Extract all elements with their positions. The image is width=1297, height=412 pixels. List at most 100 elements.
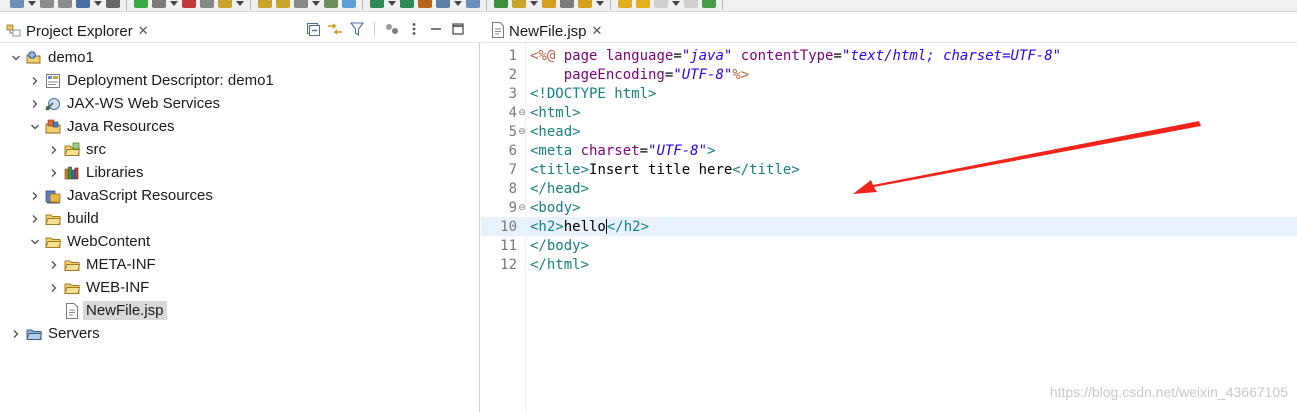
tab-project-explorer[interactable]: Project Explorer ✕: [2, 19, 156, 43]
close-icon[interactable]: ✕: [138, 23, 149, 39]
new-class-icon[interactable]: [494, 0, 508, 8]
tree-item-webcontent[interactable]: WebContent: [0, 230, 480, 253]
code-line[interactable]: 10 <h2>hello</h2>: [481, 217, 1297, 236]
code-line[interactable]: 11 </body>: [481, 236, 1297, 255]
open-task-icon[interactable]: [542, 0, 556, 8]
line-number: 1: [508, 47, 517, 64]
code-line[interactable]: 6 <meta charset="UTF-8">: [481, 141, 1297, 160]
code-line[interactable]: 8 </head>: [481, 179, 1297, 198]
chevron-right-icon[interactable]: [8, 326, 24, 342]
chevron-right-icon[interactable]: [46, 257, 62, 273]
new-server-icon[interactable]: [436, 0, 450, 8]
code-line[interactable]: 5 ⊖ <head>: [481, 122, 1297, 141]
save-icon[interactable]: [40, 0, 54, 8]
code-text: <%@ page language="java" contentType="te…: [530, 48, 1061, 64]
chevron-down-icon[interactable]: [672, 1, 680, 6]
step-return-icon[interactable]: [276, 0, 290, 8]
tree-item-javascript-resources[interactable]: JavaScript Resources: [0, 184, 480, 207]
pause-icon[interactable]: [152, 0, 166, 8]
code-line[interactable]: 7 <title>Insert title here</title>: [481, 160, 1297, 179]
chevron-right-icon[interactable]: [27, 211, 43, 227]
fold-toggle-icon[interactable]: ⊖: [517, 103, 527, 122]
tree-item-java-resources[interactable]: Java Resources: [0, 115, 480, 138]
filter-icon[interactable]: [349, 21, 365, 37]
chevron-right-icon[interactable]: [46, 280, 62, 296]
chevron-down-icon[interactable]: [388, 1, 396, 6]
tree-item-demo1[interactable]: demo1: [0, 46, 480, 69]
code-text: <h2>hello</h2>: [530, 219, 649, 235]
chevron-right-icon[interactable]: [46, 165, 62, 181]
disconnect-icon[interactable]: [200, 0, 214, 8]
line-number: 11: [500, 237, 517, 254]
collapse-all-icon[interactable]: [305, 21, 321, 37]
tree-item-newfile-jsp[interactable]: NewFile.jsp: [0, 299, 480, 322]
fold-toggle-icon[interactable]: ⊖: [517, 198, 527, 217]
back-icon[interactable]: [654, 0, 668, 8]
code-line[interactable]: 4 ⊖ <html>: [481, 103, 1297, 122]
tree-item-jax-ws[interactable]: JAX-WS Web Services: [0, 92, 480, 115]
code-line[interactable]: 12 </html>: [481, 255, 1297, 274]
link-with-editor-icon[interactable]: [327, 21, 343, 37]
code-line[interactable]: 3 <!DOCTYPE html>: [481, 84, 1297, 103]
tree-item-label: JavaScript Resources: [67, 187, 213, 204]
annotation-icon[interactable]: [578, 0, 592, 8]
tree-item-deployment-descriptor[interactable]: Deployment Descriptor: demo1: [0, 69, 480, 92]
code-token: <meta: [530, 142, 581, 159]
pin-editor-icon[interactable]: [702, 0, 716, 8]
search-icon[interactable]: [106, 0, 120, 8]
chevron-right-icon[interactable]: [27, 96, 43, 112]
chevron-right-icon[interactable]: [27, 73, 43, 89]
new-icon[interactable]: [10, 0, 24, 8]
save-all-icon[interactable]: [58, 0, 72, 8]
external-tools-icon[interactable]: [418, 0, 432, 8]
chevron-down-icon[interactable]: [27, 234, 43, 250]
chevron-down-icon[interactable]: [8, 50, 24, 66]
previous-annotation-icon[interactable]: [636, 0, 650, 8]
tree-item-meta-inf[interactable]: META-INF: [0, 253, 480, 276]
chevron-right-icon[interactable]: [27, 188, 43, 204]
chevron-down-icon[interactable]: [596, 1, 604, 6]
code-line[interactable]: 9 ⊖ <body>: [481, 198, 1297, 217]
chevron-down-icon[interactable]: [28, 1, 36, 6]
run-icon[interactable]: [400, 0, 414, 8]
debug-icon[interactable]: [370, 0, 384, 8]
search-tools-icon[interactable]: [560, 0, 574, 8]
print-icon[interactable]: [76, 0, 90, 8]
servers-folder-icon: [26, 326, 42, 342]
drop-to-frame-icon[interactable]: [294, 0, 308, 8]
minimize-icon[interactable]: [428, 21, 444, 37]
editor-tab-label: NewFile.jsp: [509, 22, 587, 40]
tree-item-web-inf[interactable]: WEB-INF: [0, 276, 480, 299]
close-icon[interactable]: ✕: [592, 23, 603, 39]
maximize-icon[interactable]: [450, 21, 466, 37]
step-over-icon[interactable]: [258, 0, 272, 8]
tree-item-servers[interactable]: Servers: [0, 322, 480, 345]
chevron-down-icon[interactable]: [454, 1, 462, 6]
chevron-down-icon[interactable]: [27, 119, 43, 135]
open-type-icon[interactable]: [512, 0, 526, 8]
tree-item-src[interactable]: src: [0, 138, 480, 161]
fold-toggle-icon[interactable]: ⊖: [517, 122, 527, 141]
step-icon[interactable]: [134, 0, 148, 8]
chevron-down-icon[interactable]: [236, 1, 244, 6]
tab-newfile-jsp[interactable]: NewFile.jsp ✕: [487, 19, 602, 43]
code-text-area[interactable]: 1 <%@ page language="java" contentType="t…: [481, 46, 1297, 274]
forward-icon[interactable]: [684, 0, 698, 8]
code-line[interactable]: 1 <%@ page language="java" contentType="t…: [481, 46, 1297, 65]
chevron-down-icon[interactable]: [530, 1, 538, 6]
view-menu-icon[interactable]: [406, 21, 422, 37]
terminate-icon[interactable]: [182, 0, 196, 8]
tree-item-build[interactable]: build: [0, 207, 480, 230]
chevron-down-icon[interactable]: [94, 1, 102, 6]
chevron-down-icon[interactable]: [170, 1, 178, 6]
step-into-icon[interactable]: [218, 0, 232, 8]
skip-breakpoints-icon[interactable]: [342, 0, 356, 8]
new-web-project-icon[interactable]: [466, 0, 480, 8]
tree-item-libraries[interactable]: Libraries: [0, 161, 480, 184]
focus-icon[interactable]: [384, 21, 400, 37]
code-line[interactable]: 2 pageEncoding="UTF-8"%>: [481, 65, 1297, 84]
next-annotation-icon[interactable]: [618, 0, 632, 8]
chevron-right-icon[interactable]: [46, 142, 62, 158]
use-step-filters-icon[interactable]: [324, 0, 338, 8]
chevron-down-icon[interactable]: [312, 1, 320, 6]
